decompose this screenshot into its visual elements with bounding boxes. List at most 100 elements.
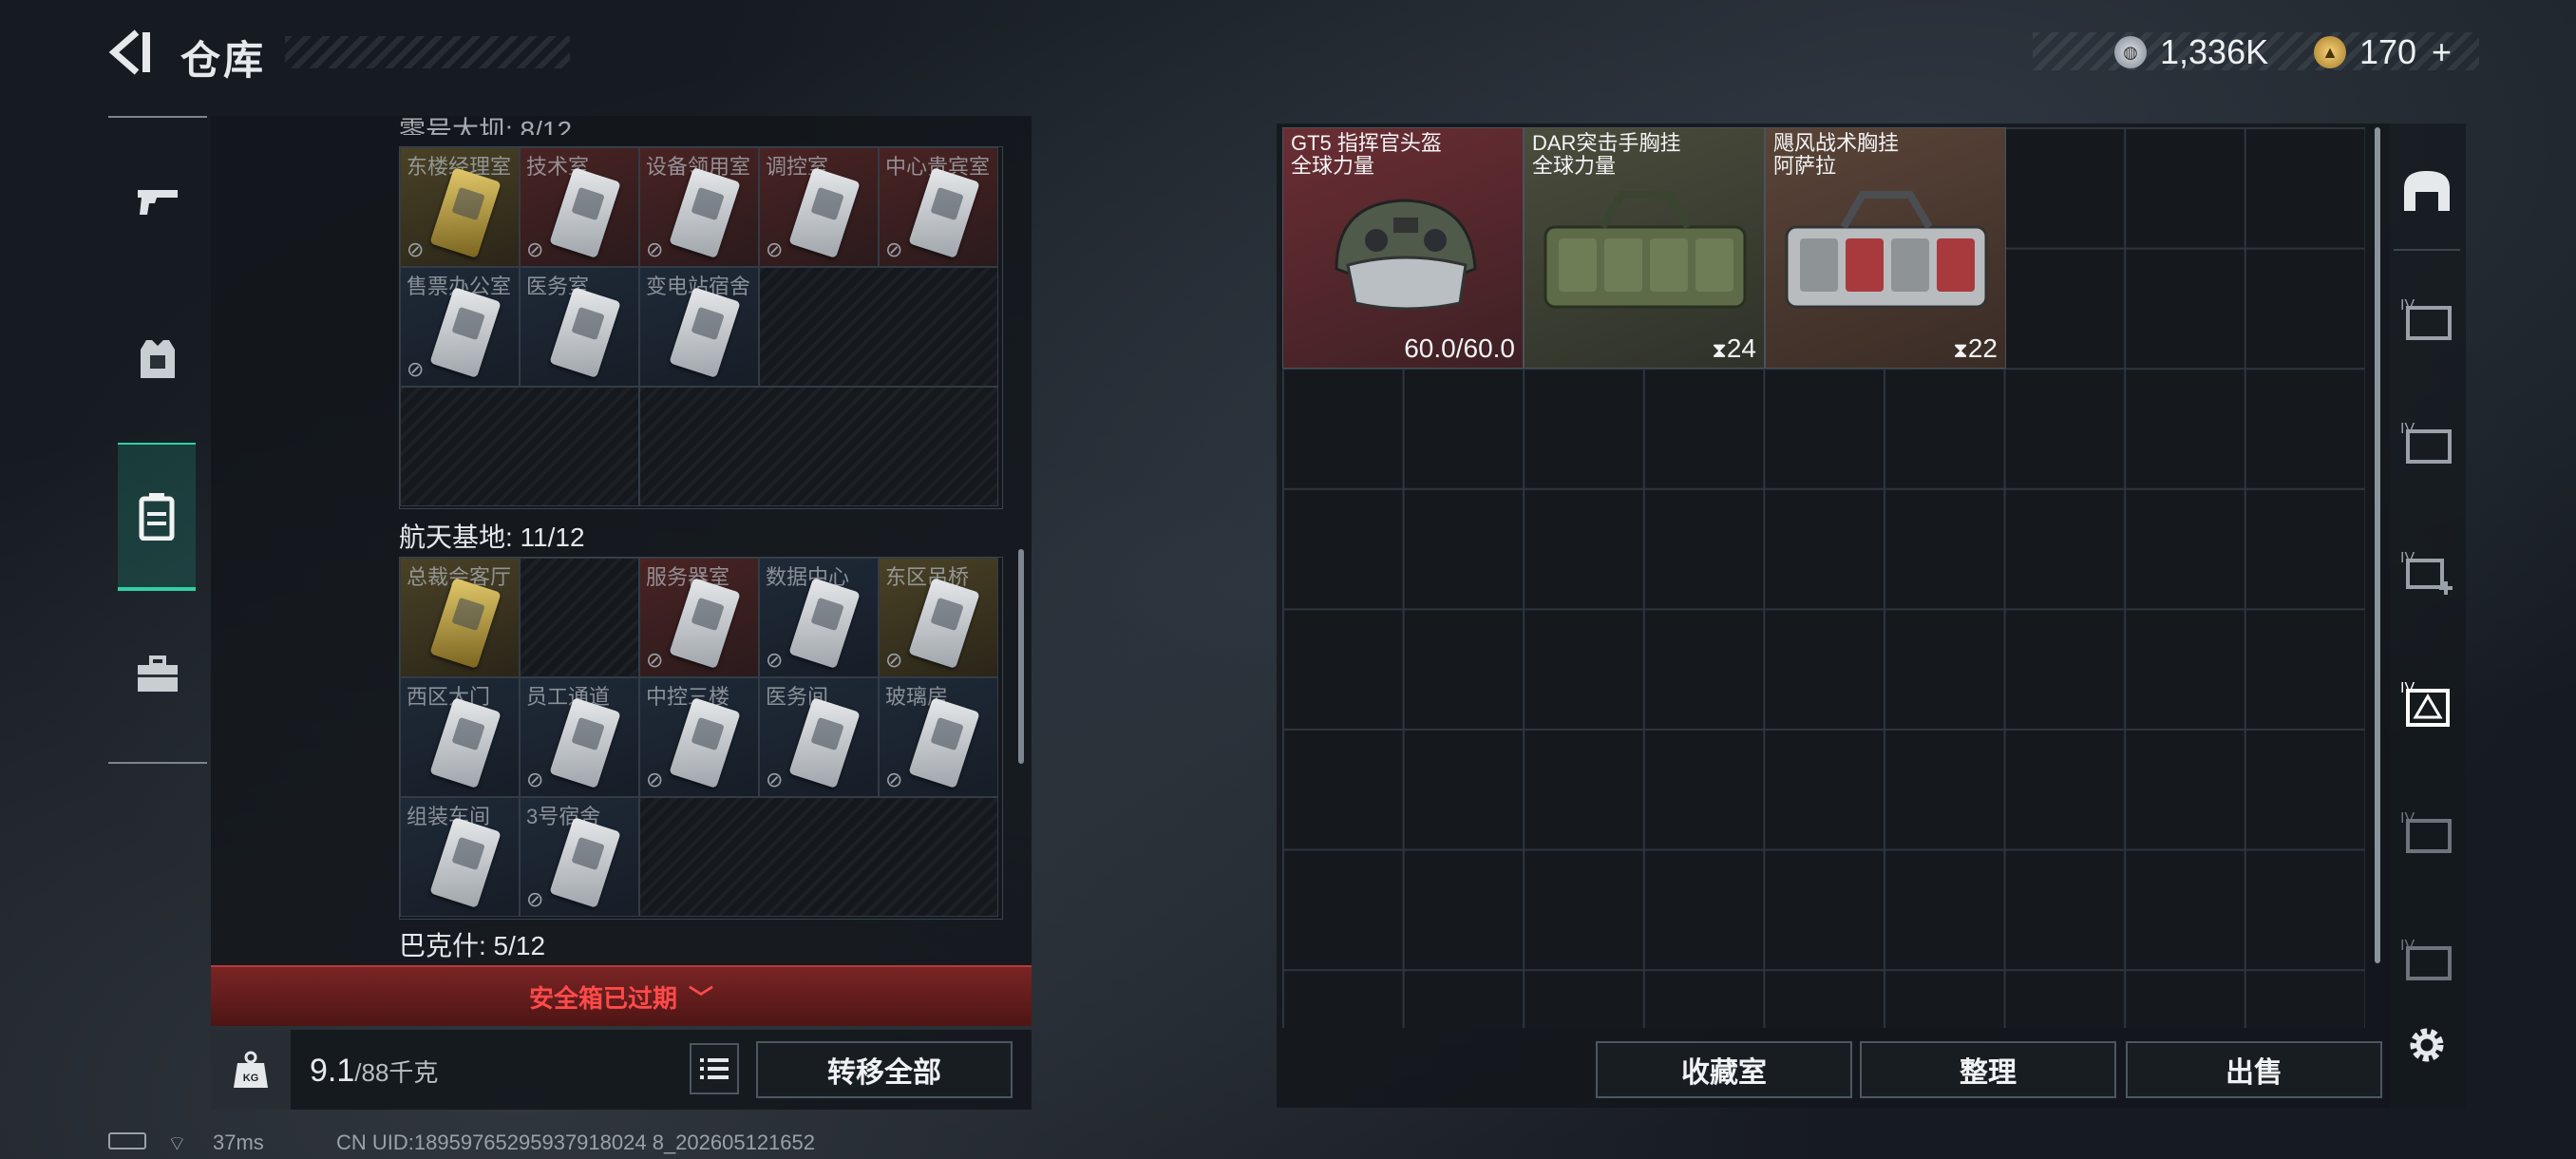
item-durability: 60.0/60.0	[1404, 333, 1515, 363]
key-card-icon	[669, 697, 741, 788]
page-title: 仓库	[180, 38, 267, 83]
weight-readout: 9.1/88千克	[310, 1053, 438, 1090]
section-label-space-base: 航天基地: 11/12	[399, 522, 585, 552]
briefcase-icon	[138, 656, 178, 692]
weight-indicator: KG	[211, 1030, 291, 1110]
key-slot[interactable]: 玻璃房 ⊘	[879, 677, 998, 797]
key-slot[interactable]: 东楼经理室 ⊘	[400, 147, 520, 267]
key-slot[interactable]: 变电站宿舍	[639, 267, 759, 387]
tab-armor[interactable]	[118, 319, 198, 399]
keys-scrollbar[interactable]	[1018, 549, 1024, 764]
armor-vest-icon	[141, 340, 175, 378]
storage-iv-add-icon: IV	[2400, 550, 2453, 595]
expired-notice-text: 安全箱已过期	[528, 983, 677, 1013]
storage-iv-lock-1-icon: IV	[2400, 810, 2452, 853]
empty-slot	[520, 558, 639, 677]
key-slot[interactable]: 技术室 ⊘	[520, 147, 639, 267]
currency-gold-value[interactable]: 170	[2359, 32, 2416, 72]
tab-storage-locked-1[interactable]: IV	[2394, 788, 2460, 874]
item-name: GT5 指挥官头盔 全球力量	[1291, 131, 1442, 178]
item-chest-rig-hurricane[interactable]: 飓风战术胸挂 阿萨拉 ⧗22	[1765, 127, 2006, 369]
item-helmet[interactable]: GT5 指挥官头盔 全球力量 60.0/60.0	[1282, 127, 1524, 369]
capacity-icon: ⧗	[1712, 338, 1727, 362]
key-card-icon	[429, 697, 502, 788]
key-slot[interactable]: 员工通道 ⊘	[520, 677, 639, 797]
storage-iv-active-icon: IV	[2400, 680, 2450, 727]
key-slot[interactable]: 医务室	[520, 267, 639, 387]
unavailable-icon: ⊘	[407, 357, 425, 381]
unavailable-icon: ⊘	[766, 768, 784, 791]
tab-case[interactable]	[118, 635, 198, 714]
item-name: DAR突击手胸挂 全球力量	[1532, 131, 1681, 178]
safe-box-expired-banner[interactable]: 安全箱已过期 ﹀	[211, 965, 1032, 1026]
tabs-bottom-divider	[108, 762, 207, 764]
settings-button[interactable]	[2394, 1007, 2460, 1083]
storage-scrollbar[interactable]	[2375, 127, 2380, 963]
key-slot[interactable]: 东区吊桥 ⊘	[879, 558, 998, 677]
tab-storage-iv-2[interactable]: IV	[2394, 399, 2460, 484]
key-card-icon	[429, 167, 502, 258]
key-slot[interactable]: 中心贵宾室 ⊘	[879, 147, 998, 267]
key-slot[interactable]: 中控三楼 ⊘	[639, 677, 759, 797]
weight-current: 9.1	[310, 1053, 355, 1089]
helmet-icon	[2404, 171, 2450, 211]
back-button[interactable]	[104, 27, 156, 78]
key-slot[interactable]: 医务间 ⊘	[759, 677, 879, 797]
key-grid-1: 东楼经理室 ⊘ 技术室 ⊘ 设备领用室 ⊘ 调控室 ⊘ 中心贵宾室 ⊘ 售票办公…	[399, 146, 1003, 509]
unavailable-icon: ⊘	[407, 238, 425, 261]
tab-weapons[interactable]	[118, 162, 198, 241]
key-slot[interactable]: 总裁会客厅	[400, 558, 520, 677]
key-slot[interactable]: 组装车间	[400, 797, 520, 917]
unavailable-icon: ⊘	[526, 238, 544, 261]
gun-icon	[138, 190, 178, 215]
unavailable-icon: ⊘	[766, 238, 784, 261]
key-card-icon	[908, 578, 980, 669]
tab-helmet-storage[interactable]	[2394, 148, 2460, 234]
transfer-all-button[interactable]: 转移全部	[756, 1041, 1013, 1098]
key-slot[interactable]: 3号宿舍 ⊘	[520, 797, 639, 917]
key-card-icon	[549, 697, 621, 788]
key-slot[interactable]: 设备领用室 ⊘	[639, 147, 759, 267]
section-label-partial: 零号大坝: 8/12	[399, 116, 573, 135]
key-slot[interactable]: 调控室 ⊘	[759, 147, 879, 267]
storage-iv-2-icon: IV	[2400, 421, 2452, 464]
unavailable-icon: ⊘	[526, 768, 544, 791]
key-slot[interactable]: 数据中心 ⊘	[759, 558, 879, 677]
key-card-icon	[669, 287, 741, 378]
tab-storage-iv-1[interactable]: IV	[2394, 276, 2460, 361]
key-grid-2: 总裁会客厅 服务器室 ⊘ 数据中心 ⊘ 东区吊桥 ⊘ 西区大门 员工通道 ⊘ 中…	[399, 557, 1003, 920]
item-chest-rig-dar[interactable]: DAR突击手胸挂 全球力量 ⧗24	[1524, 127, 1765, 369]
sort-button[interactable]: 整理	[1860, 1041, 2116, 1098]
title-decoration	[285, 36, 570, 68]
key-slot[interactable]: 服务器室 ⊘	[639, 558, 759, 677]
tab-backpack[interactable]	[118, 443, 196, 591]
unavailable-icon: ⊘	[885, 648, 903, 672]
backpack-icon	[139, 493, 175, 541]
key-card-icon	[669, 167, 741, 258]
key-card-icon	[908, 697, 980, 788]
tab-storage-active[interactable]: IV	[2394, 661, 2460, 747]
key-card-icon	[429, 287, 502, 378]
key-card-icon	[429, 578, 502, 669]
item-capacity: ⧗24	[1712, 333, 1756, 363]
key-card-icon	[908, 167, 980, 258]
empty-slot	[759, 267, 998, 387]
key-card-icon	[788, 578, 861, 669]
tabs-top-divider	[108, 116, 207, 118]
chevron-down-icon: ﹀	[689, 983, 714, 1013]
tab-storage-add[interactable]: IV	[2394, 528, 2460, 614]
collection-room-button[interactable]: 收藏室	[1596, 1041, 1852, 1098]
sell-button[interactable]: 出售	[2126, 1041, 2382, 1098]
key-slot[interactable]: 售票办公室 ⊘	[400, 267, 520, 387]
unavailable-icon: ⊘	[646, 648, 664, 672]
list-view-button[interactable]	[690, 1043, 739, 1094]
tab-storage-locked-2[interactable]: IV	[2394, 916, 2460, 1001]
add-currency-button[interactable]: +	[2432, 32, 2452, 72]
key-card-icon	[788, 167, 861, 258]
storage-iv-1-icon: IV	[2400, 297, 2452, 340]
key-slot[interactable]: 西区大门	[400, 677, 520, 797]
key-card-icon	[669, 578, 741, 669]
empty-slot	[639, 797, 998, 917]
user-uid: CN UID:18959765295937918024 8_2026051216…	[336, 1130, 816, 1154]
divider	[2394, 249, 2460, 251]
